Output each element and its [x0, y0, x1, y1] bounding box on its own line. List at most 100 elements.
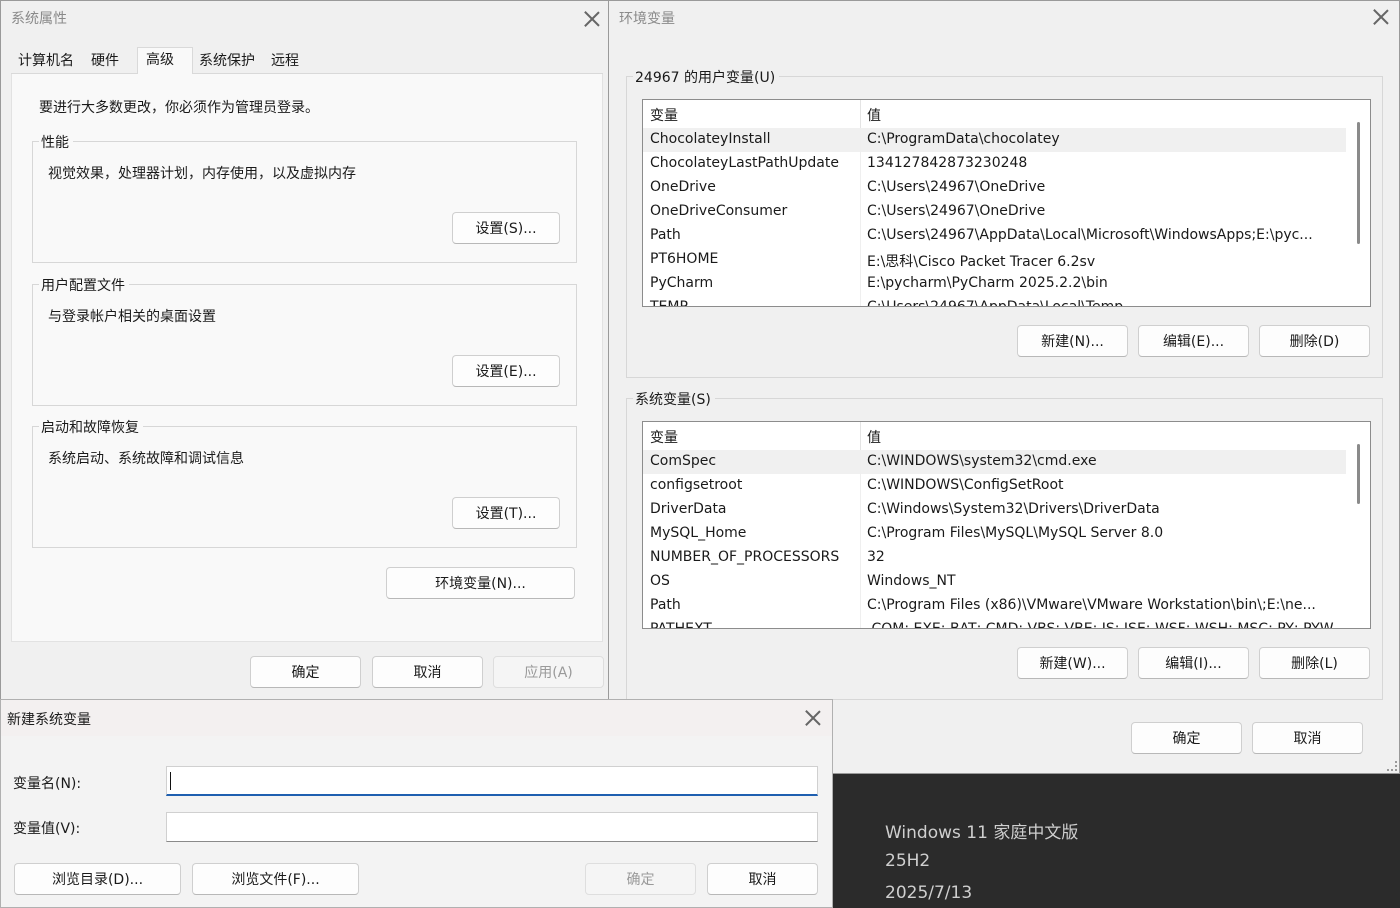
system-delete-button[interactable]: 删除(L) — [1259, 647, 1370, 679]
new-var-ok-button[interactable]: 确定 — [585, 863, 696, 895]
variable-value-input[interactable] — [166, 812, 818, 842]
user-new-button[interactable]: 新建(N)... — [1017, 325, 1128, 357]
table-row[interactable]: DriverData C:\Windows\System32\Drivers\Dr… — [643, 498, 1346, 522]
table-row[interactable]: OneDrive C:\Users\24967\OneDrive — [643, 176, 1346, 200]
system-edit-button[interactable]: 编辑(I)... — [1138, 647, 1249, 679]
admin-note: 要进行大多数更改，你必须作为管理员登录。 — [39, 100, 319, 116]
variable-value-cell: 134127842873230248 — [867, 155, 1028, 171]
variable-value-cell: C:\Users\24967\OneDrive — [867, 203, 1046, 219]
table-row[interactable]: OneDriveConsumer C:\Users\24967\OneDrive — [643, 200, 1346, 224]
system-variables-list[interactable]: 变量 值 ComSpec C:\WINDOWS\system32\cmd.exe c… — [642, 421, 1371, 629]
table-row[interactable]: OS Windows_NT — [643, 570, 1346, 594]
tab-advanced[interactable]: 高级 — [137, 47, 193, 76]
variable-name-cell: PATHEXT — [650, 621, 712, 629]
variable-name-cell: configsetroot — [650, 477, 743, 493]
sys-apply-button[interactable]: 应用(A) — [493, 656, 604, 688]
table-row[interactable]: TEMP C:\Users\24967\AppData\Local\Temp — [643, 296, 1346, 307]
user-profile-desc: 与登录帐户相关的桌面设置 — [48, 309, 216, 325]
user-profile-settings-button[interactable]: 设置(E)... — [452, 355, 560, 387]
variable-name-cell: ChocolateyInstall — [650, 131, 771, 147]
env-cancel-button[interactable]: 取消 — [1252, 722, 1363, 754]
col-variable-header[interactable]: 变量 — [650, 427, 678, 447]
table-row[interactable]: PT6HOME E:\思科\Cisco Packet Tracer 6.2sv — [643, 248, 1346, 272]
column-divider — [860, 422, 861, 450]
sys-ok-button[interactable]: 确定 — [250, 656, 361, 688]
user-profile-label: 用户配置文件 — [39, 275, 129, 295]
browse-directory-button[interactable]: 浏览目录(D)... — [14, 863, 181, 895]
environment-variables-window: 环境变量 24967 的用户变量(U) 变量 值 ChocolateyInsta… — [608, 0, 1400, 774]
variable-name-cell: DriverData — [650, 501, 727, 517]
table-row[interactable]: ChocolateyInstall C:\ProgramData\chocolat… — [643, 128, 1346, 152]
variable-value-cell: C:\WINDOWS\system32\cmd.exe — [867, 453, 1097, 469]
variable-value-cell: C:\Program Files (x86)\VMware\VMware Wor… — [867, 597, 1316, 613]
variable-name-cell: PT6HOME — [650, 251, 719, 267]
variable-name-cell: OneDriveConsumer — [650, 203, 788, 219]
user-delete-button[interactable]: 删除(D) — [1259, 325, 1370, 357]
close-icon[interactable] — [584, 11, 600, 27]
system-variables-label: 系统变量(S) — [633, 389, 715, 409]
resize-grip-icon[interactable] — [1387, 761, 1397, 771]
browse-file-button[interactable]: 浏览文件(F)... — [192, 863, 359, 895]
environment-variables-button[interactable]: 环境变量(N)... — [386, 567, 575, 599]
variable-name-cell: TEMP — [650, 299, 688, 307]
column-divider — [860, 100, 861, 128]
variable-value-cell: C:\Windows\System32\Drivers\DriverData — [867, 501, 1160, 517]
variable-value-cell: E:\pycharm\PyCharm 2025.2.2\bin — [867, 275, 1108, 291]
list-header: 变量 值 — [643, 422, 1348, 450]
user-variables-list[interactable]: 变量 值 ChocolateyInstall C:\ProgramData\cho… — [642, 99, 1371, 307]
window-title: 环境变量 — [619, 11, 675, 27]
new-var-cancel-button[interactable]: 取消 — [707, 863, 818, 895]
table-row[interactable]: PyCharm E:\pycharm\PyCharm 2025.2.2\bin — [643, 272, 1346, 296]
table-row[interactable]: PATHEXT .COM;.EXE;.BAT;.CMD;.VBS;.VBE;.JS… — [643, 618, 1346, 629]
variable-name-cell: Path — [650, 597, 681, 613]
tab-system-protection[interactable]: 系统保护 — [195, 49, 259, 73]
table-row[interactable]: NUMBER_OF_PROCESSORS 32 — [643, 546, 1346, 570]
new-system-variable-dialog: 新建系统变量 变量名(N): 变量值(V): 浏览目录(D)... 浏览文件(F… — [0, 699, 833, 908]
col-value-header[interactable]: 值 — [867, 105, 881, 125]
variable-name-cell: ComSpec — [650, 453, 717, 469]
variable-name-input[interactable] — [166, 766, 818, 796]
system-properties-window: 系统属性 计算机名 硬件 高级 系统保护 远程 要进行大多数更改，你必须作为管理… — [0, 0, 610, 700]
scrollbar-thumb[interactable] — [1357, 444, 1360, 504]
bg-date: 2025/7/13 — [885, 883, 973, 903]
variable-value-cell: .COM;.EXE;.BAT;.CMD;.VBS;.VBE;.JS;.JSE;.… — [867, 621, 1334, 629]
variable-name-cell: OneDrive — [650, 179, 716, 195]
performance-group: 性能 视觉效果，处理器计划，内存使用，以及虚拟内存 设置(S)... — [32, 132, 577, 263]
table-row[interactable]: ChocolateyLastPathUpdate 1341278428732302… — [643, 152, 1346, 176]
sys-cancel-button[interactable]: 取消 — [372, 656, 483, 688]
variable-name-cell: OS — [650, 573, 670, 589]
tab-page-advanced: 要进行大多数更改，你必须作为管理员登录。 性能 视觉效果，处理器计划，内存使用，… — [11, 74, 603, 642]
startup-recovery-settings-button[interactable]: 设置(T)... — [452, 497, 560, 529]
table-row[interactable]: Path C:\Users\24967\AppData\Local\Microso… — [643, 224, 1346, 248]
tab-hardware[interactable]: 硬件 — [87, 49, 123, 73]
variable-value-cell: C:\Users\24967\AppData\Local\Temp — [867, 299, 1124, 307]
table-row[interactable]: Path C:\Program Files (x86)\VMware\VMware… — [643, 594, 1346, 618]
title-bar: 新建系统变量 — [1, 700, 832, 736]
variable-name-label: 变量名(N): — [13, 776, 82, 792]
variable-value-cell: C:\Program Files\MySQL\MySQL Server 8.0 — [867, 525, 1164, 541]
variable-value-label: 变量值(V): — [13, 821, 81, 837]
tab-computer-name[interactable]: 计算机名 — [14, 49, 78, 73]
table-row[interactable]: MySQL_Home C:\Program Files\MySQL\MySQL S… — [643, 522, 1346, 546]
table-row[interactable]: ComSpec C:\WINDOWS\system32\cmd.exe — [643, 450, 1346, 474]
performance-settings-button[interactable]: 设置(S)... — [452, 212, 560, 244]
startup-recovery-group: 启动和故障恢复 系统启动、系统故障和调试信息 设置(T)... — [32, 417, 577, 548]
scrollbar-thumb[interactable] — [1357, 122, 1360, 244]
startup-recovery-label: 启动和故障恢复 — [39, 417, 143, 437]
user-edit-button[interactable]: 编辑(E)... — [1138, 325, 1249, 357]
tab-remote[interactable]: 远程 — [267, 49, 303, 73]
title-bar: 环境变量 — [609, 1, 1399, 35]
system-new-button[interactable]: 新建(W)... — [1017, 647, 1128, 679]
col-variable-header[interactable]: 变量 — [650, 105, 678, 125]
variable-name-cell: PyCharm — [650, 275, 714, 291]
performance-desc: 视觉效果，处理器计划，内存使用，以及虚拟内存 — [48, 166, 356, 182]
close-icon[interactable] — [805, 710, 821, 726]
variable-name-cell: ChocolateyLastPathUpdate — [650, 155, 839, 171]
col-value-header[interactable]: 值 — [867, 427, 881, 447]
env-ok-button[interactable]: 确定 — [1131, 722, 1242, 754]
variable-value-cell: E:\思科\Cisco Packet Tracer 6.2sv — [867, 254, 1096, 270]
table-row[interactable]: configsetroot C:\WINDOWS\ConfigSetRoot — [643, 474, 1346, 498]
list-header: 变量 值 — [643, 100, 1348, 128]
close-icon[interactable] — [1373, 9, 1389, 25]
variable-value-cell: C:\WINDOWS\ConfigSetRoot — [867, 477, 1064, 493]
